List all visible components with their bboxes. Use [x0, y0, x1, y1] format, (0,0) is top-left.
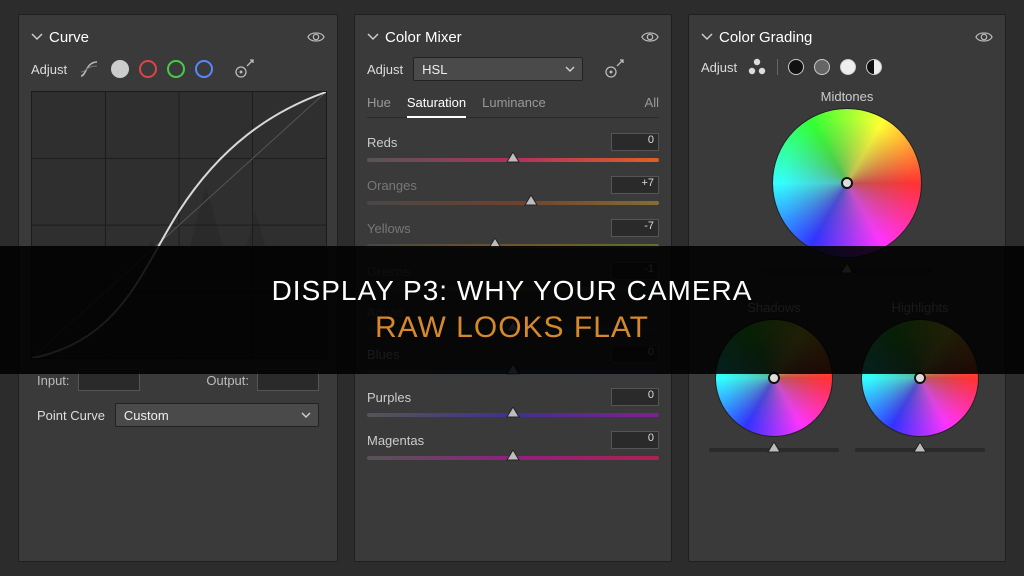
wheel-handle[interactable]: [841, 177, 853, 189]
chevron-down-icon: [300, 409, 312, 421]
chevron-down-icon[interactable]: [31, 31, 43, 43]
shadows-luminance-slider[interactable]: [709, 443, 839, 457]
midtones-zone-button[interactable]: [814, 59, 830, 75]
point-curve-value: Custom: [124, 408, 169, 423]
hue-value[interactable]: 0: [611, 388, 659, 406]
chevron-down-icon: [564, 63, 576, 75]
visibility-icon[interactable]: [975, 28, 993, 46]
hue-name: Yellows: [367, 221, 411, 236]
mixer-tabs: Hue Saturation Luminance All: [367, 91, 659, 118]
adjust-label: Adjust: [367, 62, 403, 77]
panel-title: Color Grading: [719, 29, 812, 46]
hue-name: Reds: [367, 135, 397, 150]
channel-red-button[interactable]: [139, 60, 157, 78]
separator: [777, 59, 778, 75]
shadows-zone-button[interactable]: [788, 59, 804, 75]
point-curve-select[interactable]: Custom: [115, 403, 319, 427]
hue-slider[interactable]: [367, 408, 659, 422]
three-way-icon[interactable]: [747, 57, 767, 77]
channel-rgb-button[interactable]: [111, 60, 129, 78]
parametric-curve-icon[interactable]: [77, 57, 101, 81]
hue-slider[interactable]: [367, 196, 659, 210]
chevron-down-icon[interactable]: [701, 31, 713, 43]
hue-value[interactable]: -7: [611, 219, 659, 237]
targeted-adjustment-icon[interactable]: [603, 58, 625, 80]
channel-blue-button[interactable]: [195, 60, 213, 78]
hue-name: Oranges: [367, 178, 417, 193]
headline-line2: RAW LOOKS FLAT: [375, 311, 649, 345]
point-curve-label: Point Curve: [37, 408, 105, 423]
hue-value[interactable]: 0: [611, 431, 659, 449]
mixer-mode-select[interactable]: HSL: [413, 57, 583, 81]
tab-saturation[interactable]: Saturation: [407, 91, 466, 118]
hue-row-magentas: Magentas 0: [367, 431, 659, 465]
hue-row-reds: Reds 0: [367, 133, 659, 167]
headline-line1: DISPLAY P3: WHY YOUR CAMERA: [272, 275, 753, 307]
hue-row-purples: Purples 0: [367, 388, 659, 422]
tab-luminance[interactable]: Luminance: [482, 91, 546, 117]
output-label: Output:: [206, 373, 249, 388]
headline-overlay: DISPLAY P3: WHY YOUR CAMERA RAW LOOKS FL…: [0, 246, 1024, 374]
adjust-label: Adjust: [701, 60, 737, 75]
global-zone-button[interactable]: [866, 59, 882, 75]
hue-value[interactable]: +7: [611, 176, 659, 194]
visibility-icon[interactable]: [641, 28, 659, 46]
panel-title: Color Mixer: [385, 29, 462, 46]
hue-slider[interactable]: [367, 153, 659, 167]
hue-name: Magentas: [367, 433, 424, 448]
hue-slider[interactable]: [367, 451, 659, 465]
mixer-mode-value: HSL: [422, 62, 447, 77]
visibility-icon[interactable]: [307, 28, 325, 46]
tab-hue[interactable]: Hue: [367, 91, 391, 117]
channel-green-button[interactable]: [167, 60, 185, 78]
hue-value[interactable]: 0: [611, 133, 659, 151]
highlights-luminance-slider[interactable]: [855, 443, 985, 457]
highlights-zone-button[interactable]: [840, 59, 856, 75]
input-label: Input:: [37, 373, 70, 388]
tab-all[interactable]: All: [645, 91, 659, 117]
hue-name: Purples: [367, 390, 411, 405]
hue-row-oranges: Oranges +7: [367, 176, 659, 210]
midtones-label: Midtones: [701, 89, 993, 104]
chevron-down-icon[interactable]: [367, 31, 379, 43]
adjust-label: Adjust: [31, 62, 67, 77]
panel-title: Curve: [49, 29, 89, 46]
targeted-adjustment-icon[interactable]: [233, 58, 255, 80]
midtones-wheel[interactable]: [772, 108, 922, 258]
